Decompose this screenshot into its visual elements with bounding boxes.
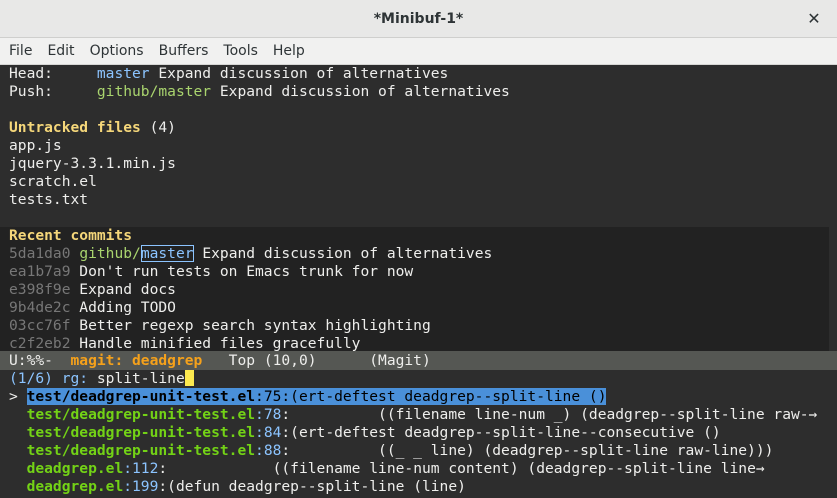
mode-line: U:%%- magit: deadgrep Top (10,0) (Magit) <box>0 351 837 370</box>
result-item-selected[interactable]: > test/deadgrep-unit-test.el:75:(ert-def… <box>0 388 837 406</box>
window-title: *Minibuf-1* <box>373 11 464 27</box>
commit-row[interactable]: ea1b7a9 Don't run tests on Emacs trunk f… <box>0 263 829 281</box>
untracked-file[interactable]: jquery-3.3.1.min.js <box>0 155 837 173</box>
menu-buffers[interactable]: Buffers <box>159 43 209 59</box>
commit-row[interactable]: 9b4de2c Adding TODO <box>0 299 829 317</box>
commit-row[interactable]: c2f2eb2 Handle minified files gracefully <box>0 335 829 351</box>
commit-row[interactable]: 5da1da0 github/master Expand discussion … <box>0 245 829 263</box>
minibuffer-prompt-line[interactable]: (1/6) rg: split-line <box>0 370 837 388</box>
head-branch[interactable]: master <box>97 65 150 82</box>
result-item[interactable]: deadgrep.el:199:(defun deadgrep--split-l… <box>0 478 837 496</box>
result-item[interactable]: test/deadgrep-unit-test.el:78: ((filenam… <box>0 406 837 424</box>
menu-tools[interactable]: Tools <box>223 43 258 59</box>
title-bar: *Minibuf-1* ✕ <box>0 0 837 38</box>
untracked-file[interactable]: scratch.el <box>0 173 837 191</box>
branch-label: master <box>140 245 194 262</box>
magit-status-buffer[interactable]: Head: master Expand discussion of altern… <box>0 65 837 351</box>
head-line: Head: master Expand discussion of altern… <box>9 65 449 82</box>
untracked-file[interactable]: tests.txt <box>0 191 837 209</box>
recent-commits-heading[interactable]: Recent commits <box>0 227 829 245</box>
untracked-heading[interactable]: Untracked files (4) <box>0 119 837 137</box>
modeline-buffer-name[interactable]: magit: deadgrep <box>71 352 203 369</box>
menu-help[interactable]: Help <box>273 43 305 59</box>
menu-edit[interactable]: Edit <box>47 43 74 59</box>
result-item[interactable]: deadgrep.el:112: ((filename line-num con… <box>0 460 837 478</box>
menu-file[interactable]: File <box>9 43 32 59</box>
push-branch[interactable]: github/master <box>97 83 211 100</box>
close-icon[interactable]: ✕ <box>805 10 823 28</box>
push-line: Push: github/master Expand discussion of… <box>9 83 510 100</box>
menu-options[interactable]: Options <box>90 43 144 59</box>
selection-arrow-icon: > <box>9 388 27 405</box>
text-cursor <box>184 370 194 386</box>
result-item[interactable]: test/deadgrep-unit-test.el:84:(ert-defte… <box>0 424 837 442</box>
minibuffer-prompt: (1/6) rg: <box>9 370 97 387</box>
menu-bar: File Edit Options Buffers Tools Help <box>0 38 837 65</box>
commit-row[interactable]: e398f9e Expand docs <box>0 281 829 299</box>
result-item[interactable]: test/deadgrep-unit-test.el:88: ((_ _ lin… <box>0 442 837 460</box>
minibuffer[interactable]: (1/6) rg: split-line > test/deadgrep-uni… <box>0 370 837 498</box>
search-input[interactable]: split-line <box>97 370 185 387</box>
commit-row[interactable]: 03cc76f Better regexp search syntax high… <box>0 317 829 335</box>
untracked-file[interactable]: app.js <box>0 137 837 155</box>
